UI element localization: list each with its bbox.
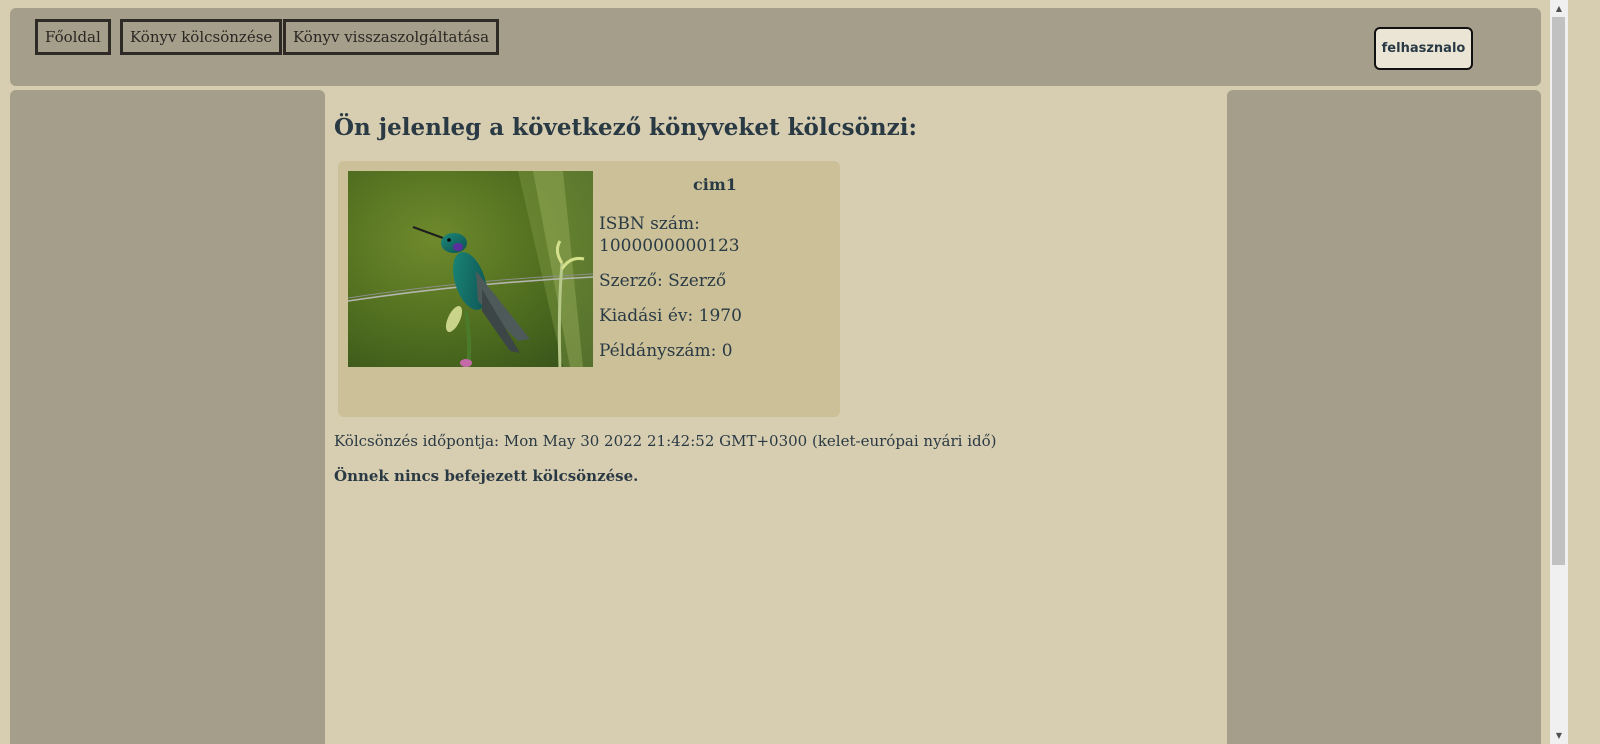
- no-finished-loans-text: Önnek nincs befejezett kölcsönzése.: [334, 467, 639, 485]
- nav-home-button[interactable]: Főoldal: [35, 19, 111, 55]
- book-year: Kiadási év: 1970: [599, 306, 742, 326]
- user-button[interactable]: felhasznalo: [1374, 27, 1473, 70]
- scroll-up-icon[interactable]: ▲: [1550, 0, 1568, 17]
- isbn-label: ISBN szám:: [599, 214, 700, 234]
- scroll-thumb[interactable]: [1552, 17, 1565, 565]
- main-content: Ön jelenleg a következő könyveket kölcsö…: [334, 90, 1219, 744]
- vertical-scrollbar[interactable]: ▲ ▼: [1550, 0, 1568, 744]
- book-card: cim1 ISBN szám: 1000000000123 Szerző: Sz…: [338, 161, 840, 417]
- left-sidebar: [10, 90, 325, 744]
- scroll-down-icon[interactable]: ▼: [1550, 727, 1568, 744]
- loan-time-text: Kölcsönzés időpontja: Mon May 30 2022 21…: [334, 432, 997, 450]
- book-isbn: ISBN szám: 1000000000123: [599, 213, 831, 257]
- book-author: Szerző: Szerző: [599, 271, 727, 291]
- book-cover-image: [348, 171, 593, 367]
- book-title: cim1: [693, 175, 737, 194]
- nav-return-button[interactable]: Könyv visszaszolgáltatása: [283, 19, 500, 55]
- nav-borrow-button[interactable]: Könyv kölcsönzése: [120, 19, 283, 55]
- header-bar: Főoldal Könyv kölcsönzése Könyv visszasz…: [10, 8, 1541, 86]
- book-copies: Példányszám: 0: [599, 341, 733, 361]
- page-title: Ön jelenleg a következő könyveket kölcsö…: [334, 114, 917, 141]
- book-info: cim1 ISBN szám: 1000000000123 Szerző: Sz…: [599, 175, 831, 375]
- isbn-value: 1000000000123: [599, 236, 740, 256]
- right-sidebar: [1227, 90, 1541, 744]
